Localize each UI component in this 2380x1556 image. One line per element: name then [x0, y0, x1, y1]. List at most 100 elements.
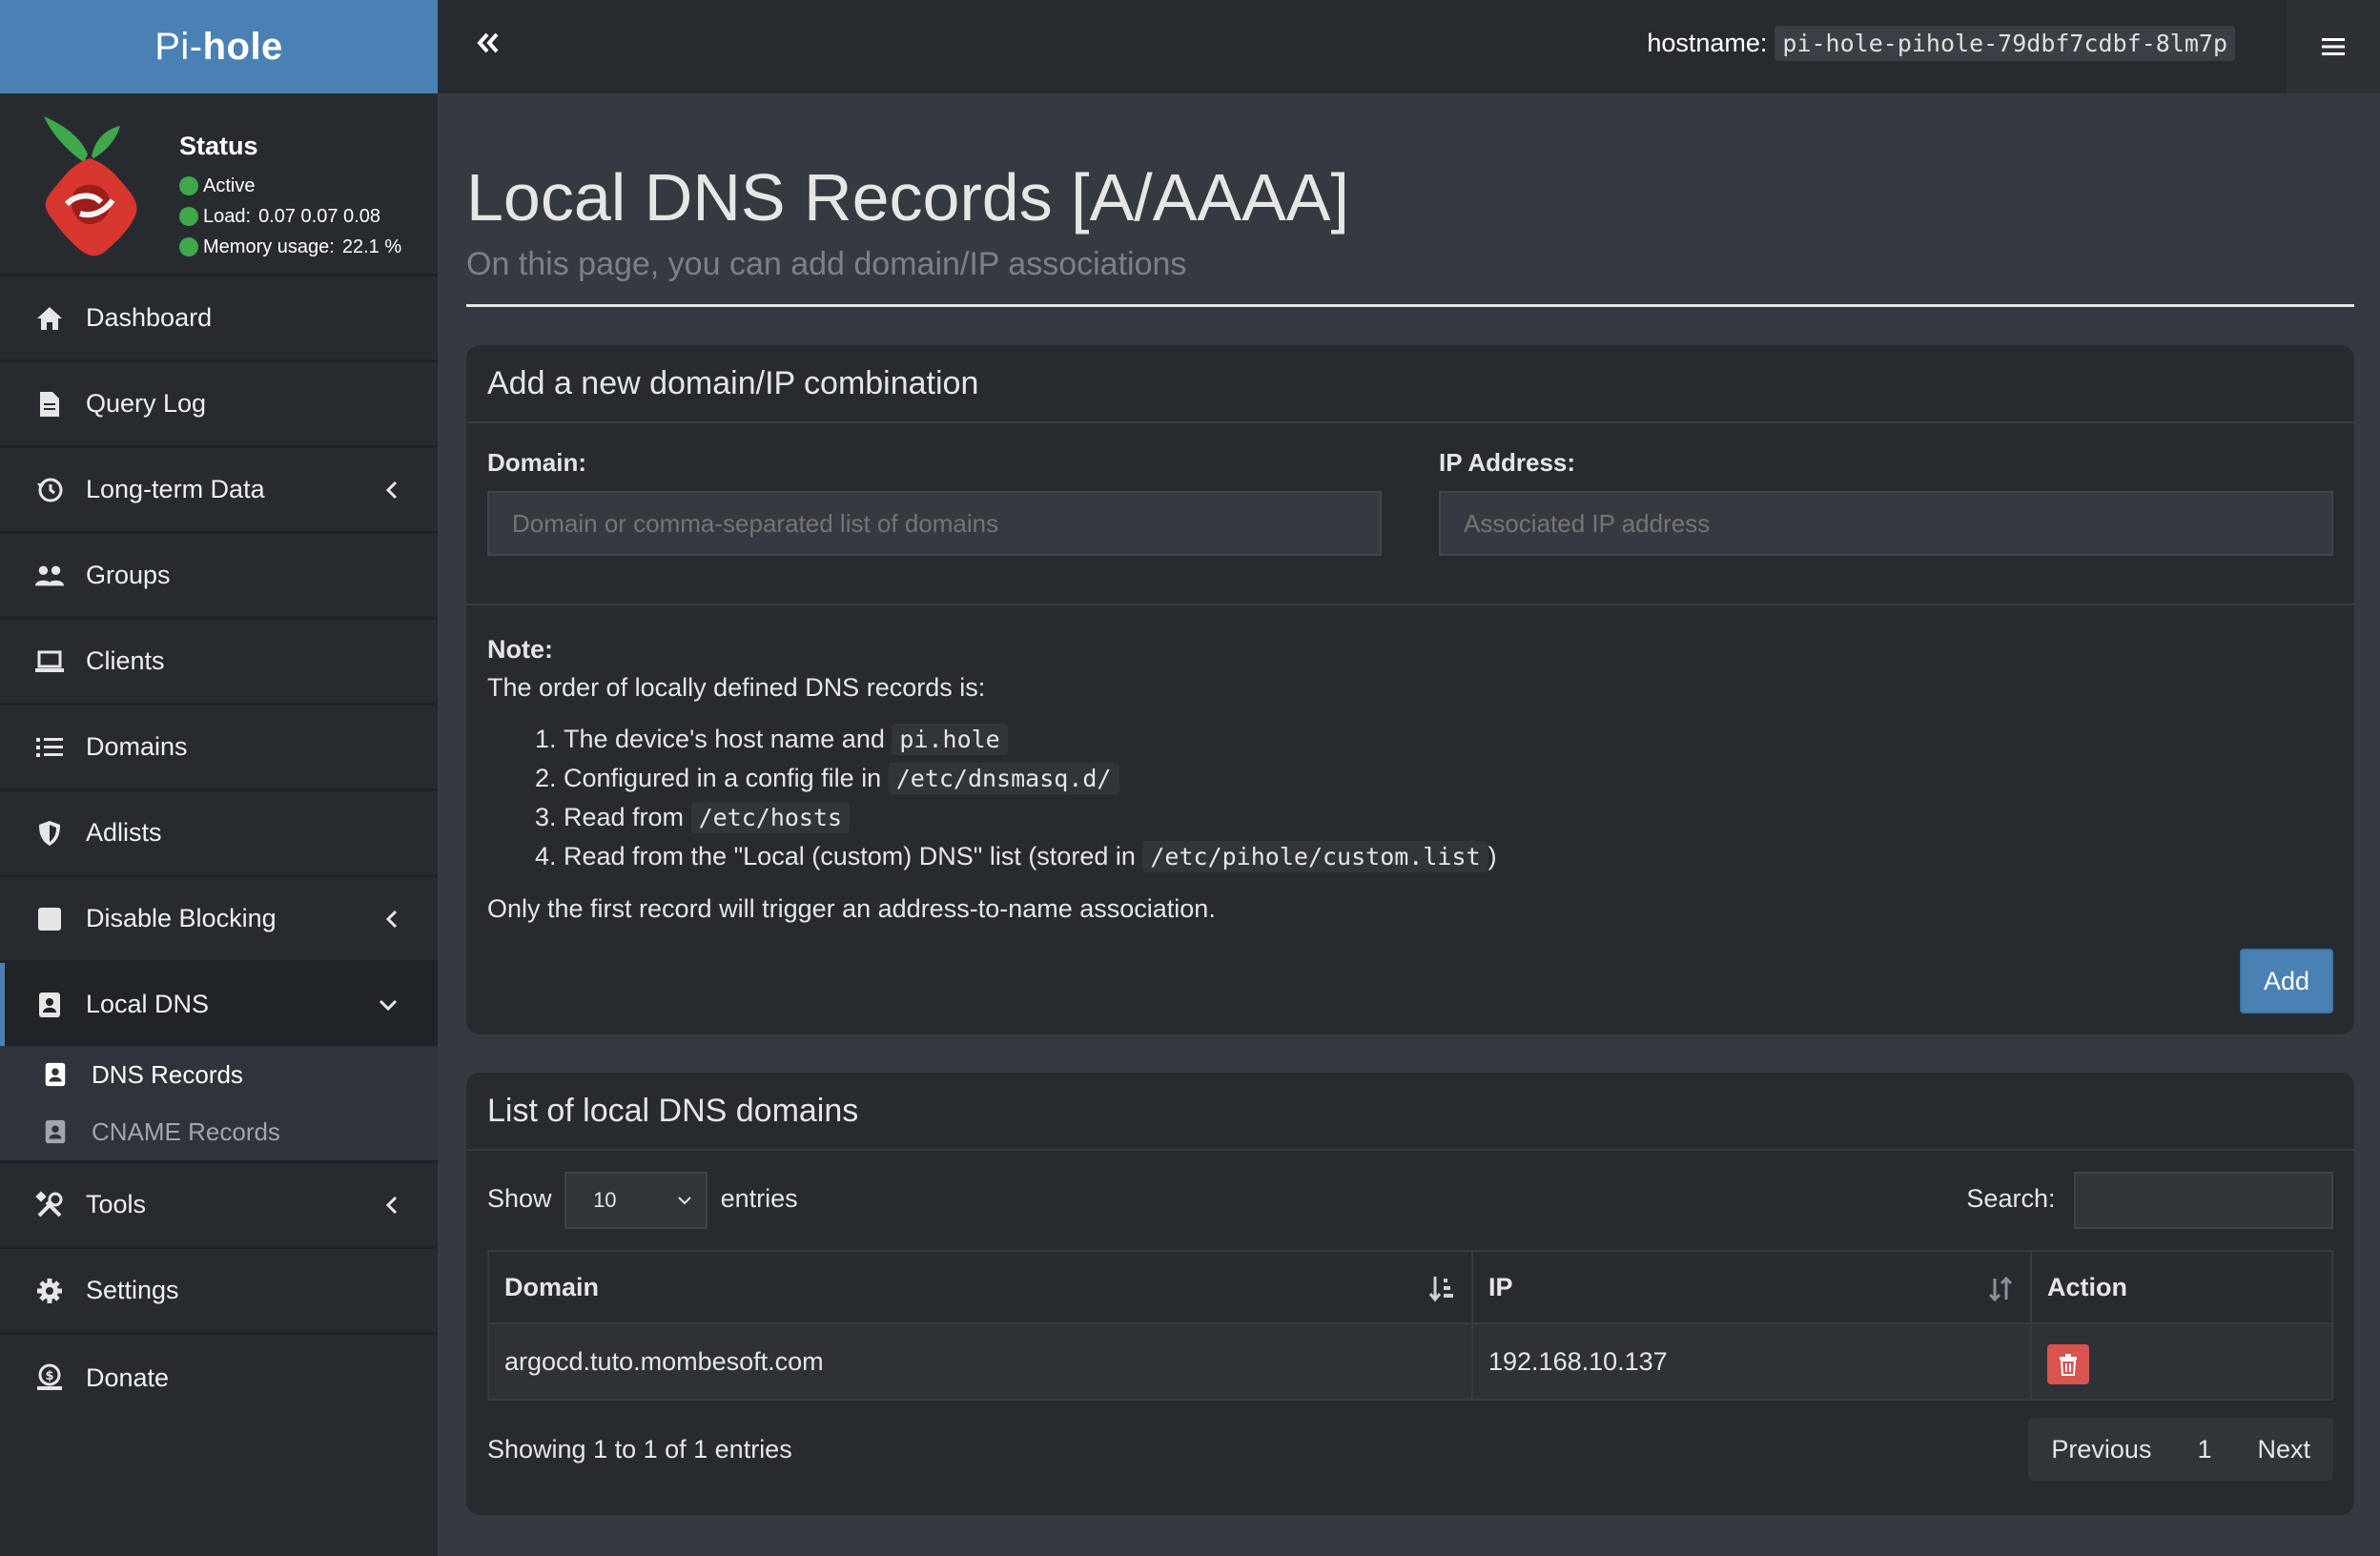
show-label: Show [487, 1184, 552, 1214]
local-dns-submenu: DNS Records CNAME Records [0, 1046, 438, 1163]
ip-input[interactable] [1439, 491, 2333, 556]
users-icon [34, 561, 65, 591]
pagination: Previous 1 Next [2028, 1418, 2333, 1481]
domain-label: Domain: [487, 448, 586, 477]
add-form: Domain: IP Address: [466, 423, 2354, 605]
list-item: The device's host name and pi.hole [564, 720, 2333, 759]
sidebar-item-label: Donate [86, 1362, 170, 1392]
next-button[interactable]: Next [2234, 1435, 2333, 1464]
sidebar-subitem-dns-records[interactable]: DNS Records [0, 1046, 438, 1103]
status-dot-icon [179, 207, 198, 226]
hamburger-menu-icon[interactable] [2287, 0, 2380, 93]
length-control: Show 10 entries [487, 1172, 798, 1229]
list-item: Configured in a config file in /etc/dnsm… [564, 759, 2333, 798]
entries-select[interactable]: 10 [564, 1172, 708, 1229]
sidebar-item-label: Adlists [86, 818, 162, 847]
sidebar-item-groups[interactable]: Groups [0, 534, 438, 620]
status-active: Active [179, 171, 401, 201]
status-title: Status [179, 132, 258, 160]
search-input[interactable] [2074, 1172, 2333, 1229]
sidebar-item-label: Domains [86, 732, 188, 761]
sidebar-item-tools[interactable]: Tools [0, 1163, 438, 1249]
hostname-label: hostname: [1647, 29, 1768, 57]
sidebar-item-settings[interactable]: Settings [0, 1249, 438, 1335]
cell-action [2030, 1322, 2333, 1401]
tools-icon [34, 1190, 65, 1220]
page-button[interactable]: 1 [2174, 1435, 2234, 1464]
list-item: Read from /etc/hosts [564, 798, 2333, 837]
step-code: /etc/hosts [690, 802, 851, 833]
shield-icon [34, 818, 65, 849]
list-card-title: List of local DNS domains [466, 1073, 2354, 1151]
sidebar-item-local-dns[interactable]: Local DNS [0, 963, 438, 1046]
step-text: The device's host name and [564, 725, 892, 753]
status-memory: Memory usage: 22.1 % [179, 232, 401, 262]
list-controls: Show 10 entries Search: [466, 1151, 2354, 1250]
memory-label: Memory usage: [203, 235, 335, 257]
sidebar-item-label: Settings [86, 1276, 179, 1304]
chevron-left-icon [385, 481, 398, 499]
dns-list-card: List of local DNS domains Show 10 entrie… [466, 1073, 2354, 1515]
load-label: Load: [203, 205, 252, 227]
domain-input[interactable] [487, 491, 1382, 556]
laptop-icon [34, 646, 65, 677]
sidebar-item-clients[interactable]: Clients [0, 620, 438, 706]
sidebar-item-donate[interactable]: $ Donate [0, 1335, 438, 1421]
main-content: Local DNS Records [A/AAAA] On this page,… [466, 93, 2354, 1515]
sidebar-item-disable-blocking[interactable]: Disable Blocking [0, 877, 438, 963]
cell-domain: argocd.tuto.mombesoft.com [487, 1322, 1473, 1401]
previous-button[interactable]: Previous [2028, 1435, 2174, 1464]
ip-group: IP Address: [1439, 448, 2333, 556]
note-intro: The order of locally defined DNS records… [487, 673, 986, 702]
pihole-logo-icon [38, 113, 143, 260]
chevron-left-icon [385, 1196, 398, 1214]
step-text: Read from the "Local (custom) DNS" list … [564, 842, 1143, 870]
step-text: Read from [564, 803, 691, 831]
svg-text:$: $ [45, 1369, 53, 1383]
sidebar-item-dashboard[interactable]: Dashboard [0, 276, 438, 362]
subitem-label: DNS Records [92, 1059, 243, 1089]
domain-group: Domain: [487, 448, 1382, 556]
hostname-display: hostname: pi-hole-pihole-79dbf7cdbf-8lm7… [1647, 26, 2235, 61]
trash-icon [2060, 1354, 2077, 1376]
column-header-ip[interactable]: IP [1471, 1250, 2032, 1324]
column-header-domain[interactable]: Domain [487, 1250, 1473, 1324]
page-title: Local DNS Records [A/AAAA] [466, 160, 1349, 235]
sidebar-item-label: Groups [86, 561, 171, 589]
page-subtitle: On this page, you can add domain/IP asso… [466, 246, 1187, 282]
hostname-value: pi-hole-pihole-79dbf7cdbf-8lm7p [1775, 26, 2235, 61]
address-book-icon [45, 1119, 66, 1144]
sidebar-item-label: Query Log [86, 389, 207, 418]
sidebar-collapse-icon[interactable] [474, 29, 512, 63]
brand-logo-text[interactable]: Pi-hole [0, 0, 438, 93]
note-title: Note: [487, 635, 553, 664]
sidebar-item-label: Clients [86, 646, 165, 675]
sidebar-item-adlists[interactable]: Adlists [0, 791, 438, 877]
donate-icon: $ [34, 1362, 65, 1393]
sidebar-subitem-cname-records[interactable]: CNAME Records [0, 1103, 438, 1160]
ip-label: IP Address: [1439, 448, 1576, 477]
column-label: IP [1488, 1272, 1513, 1301]
file-icon [34, 389, 65, 420]
table-info: Showing 1 to 1 of 1 entries [487, 1434, 792, 1464]
address-book-icon [34, 990, 65, 1020]
step-code: pi.hole [892, 724, 1008, 755]
step-code: /etc/pihole/custom.list [1142, 841, 1488, 872]
sidebar-item-query-log[interactable]: Query Log [0, 362, 438, 448]
table-row: argocd.tuto.mombesoft.com 192.168.10.137 [487, 1322, 2333, 1401]
stop-icon [34, 904, 65, 934]
list-icon [34, 732, 65, 763]
memory-value: 22.1 % [341, 235, 402, 257]
sort-icon [1988, 1276, 2013, 1302]
add-button[interactable]: Add [2240, 949, 2333, 1013]
sidebar-item-label: Dashboard [86, 303, 213, 332]
sidebar-item-domains[interactable]: Domains [0, 706, 438, 791]
entries-value: 10 [593, 1188, 617, 1212]
delete-button[interactable] [2047, 1344, 2089, 1384]
sidebar-item-label: Tools [86, 1190, 147, 1218]
chevron-down-icon [678, 1197, 691, 1205]
sidebar-item-long-term-data[interactable]: Long-term Data [0, 448, 438, 534]
user-panel: Status Active Load: 0.07 0.07 0.08 Memory… [0, 93, 438, 276]
column-header-action: Action [2030, 1250, 2333, 1324]
list-footer: Showing 1 to 1 of 1 entries Previous 1 N… [466, 1401, 2354, 1515]
